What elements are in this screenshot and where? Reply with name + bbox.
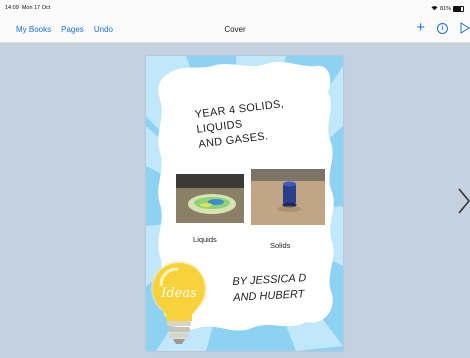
authors-text: BY JESSICA D AND HUBERT [232,272,307,304]
status-bar: 14:09 Mon 17 Oct 81% [0,4,470,14]
solids-photo[interactable] [251,169,325,225]
liquids-caption: Liquids [193,235,217,244]
top-bar: 14:09 Mon 17 Oct 81% My Books Pages Undo… [0,0,470,43]
info-icon[interactable]: i [437,22,448,34]
book-cover-page[interactable]: YEAR 4 SOLIDS, LIQUIDS AND GASES. Liquid… [146,56,343,351]
toolbar-right: + i [416,20,470,35]
chevron-right-icon [458,188,470,214]
status-time: 14:09 Mon 17 Oct [5,5,51,11]
battery-percent: 81% [439,6,451,12]
liquids-photo[interactable] [176,174,244,223]
wifi-icon [431,5,438,13]
solids-caption: Solids [270,241,291,250]
bulb-text: Ideas [160,286,197,301]
plus-icon[interactable]: + [416,20,425,35]
next-page-button[interactable] [458,188,470,219]
status-indicators: 81% [431,5,464,13]
battery-icon [453,6,464,12]
play-icon[interactable] [460,22,470,34]
page-title: Cover [224,25,246,34]
lightbulb-icon: Ideas [149,255,211,351]
